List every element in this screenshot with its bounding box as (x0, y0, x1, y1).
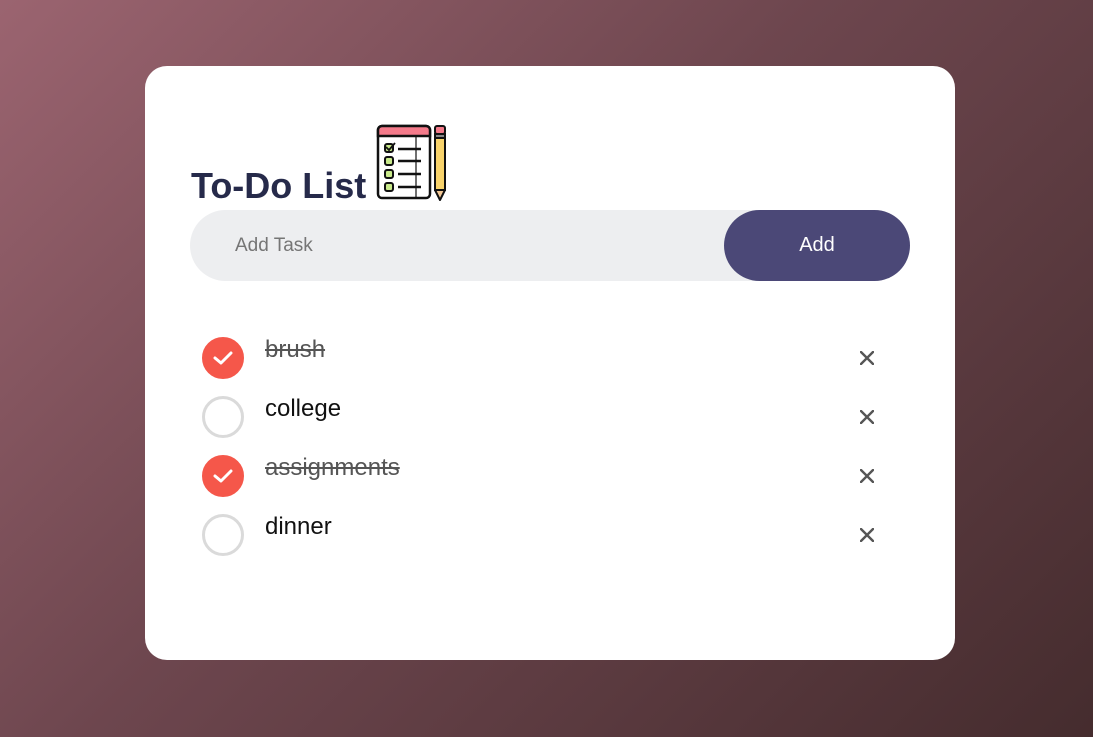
checklist-notepad-pencil-icon (377, 124, 447, 201)
add-button[interactable]: Add (724, 210, 910, 281)
task-input[interactable] (190, 210, 724, 281)
task-list: brush college assignments dinner (202, 332, 902, 568)
task-text: brush (265, 336, 326, 363)
checkbox-checked[interactable] (202, 455, 244, 497)
close-icon[interactable] (850, 400, 884, 434)
task-text: dinner (265, 513, 332, 540)
checkmark-icon (213, 351, 233, 365)
close-icon[interactable] (850, 341, 884, 375)
checkbox-unchecked[interactable] (202, 396, 244, 438)
checkbox-checked[interactable] (202, 337, 244, 379)
checkmark-icon (213, 469, 233, 483)
list-item[interactable]: college (202, 391, 902, 450)
task-text: assignments (265, 454, 400, 481)
task-text: college (265, 395, 342, 422)
close-icon[interactable] (850, 518, 884, 552)
checkbox-unchecked[interactable] (202, 514, 244, 556)
add-task-row: Add (190, 210, 910, 281)
todo-card: To-Do List Add Task Add brush college as… (145, 66, 955, 660)
page-title: To-Do List (191, 165, 367, 206)
title-row: To-Do List (191, 124, 448, 206)
list-item[interactable]: assignments (202, 450, 902, 509)
close-icon[interactable] (850, 459, 884, 493)
list-item[interactable]: dinner (202, 509, 902, 568)
list-item[interactable]: brush (202, 332, 902, 391)
